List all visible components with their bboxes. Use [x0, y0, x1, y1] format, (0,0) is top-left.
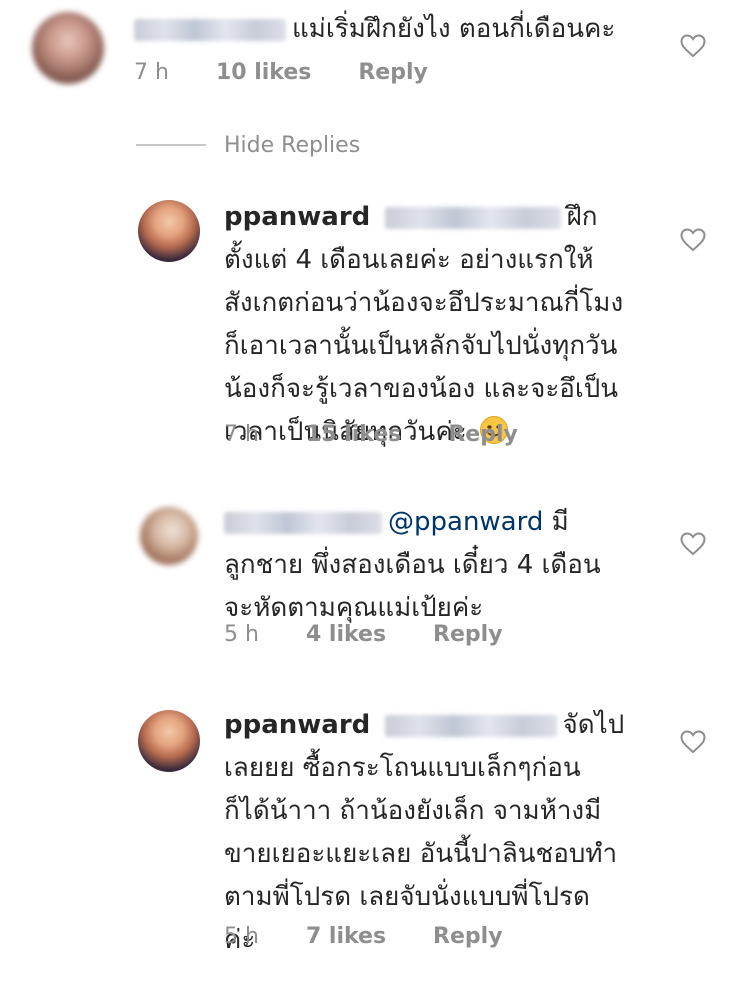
reply-button[interactable]: Reply	[448, 420, 518, 450]
reply-line: ก็เอาเวลานั้นเป็นหลักจับไปนั่งทุกวัน	[224, 331, 618, 361]
likes-count[interactable]: 15 likes	[306, 420, 401, 450]
reply-1: ppanward ฝึก ตั้งแต่ 4 เดือนเลยค่ะ อย่าง…	[0, 190, 750, 460]
heart-outline-icon[interactable]	[680, 532, 706, 556]
likes-count[interactable]: 7 likes	[306, 922, 386, 952]
ppanward-avatar[interactable]	[138, 200, 200, 262]
reply-meta: 7 h 15 likes Reply	[224, 420, 558, 450]
comment-body: แม่เริ่มฝึกยังไง ตอนกี่เดือนคะ	[292, 14, 616, 44]
reply-text: ppanward ฝึก ตั้งแต่ 4 เดือนเลยค่ะ อย่าง…	[224, 196, 664, 454]
redacted-username[interactable]	[224, 511, 382, 534]
reply-button[interactable]: Reply	[433, 922, 503, 952]
reply-line: สังเกตก่อนว่าน้องจะอึประมาณกี่โมง	[224, 288, 624, 318]
reply-line: จะหัดตามคุณแม่เป้ยค่ะ	[224, 593, 484, 623]
reply-line: ตามพี่โปรด เลยจับนั่งแบบพี่โปรด	[224, 882, 590, 912]
reply-line: มี	[551, 507, 569, 537]
reply-3: ppanward จัดไป เลยยย ซื้อกระโถนแบบเล็กๆก…	[0, 700, 750, 970]
hide-replies-label[interactable]: Hide Replies	[224, 133, 360, 158]
username[interactable]: ppanward	[224, 710, 370, 740]
reply-line: ขายเยอะแยะเลย อันนี้ปาลินชอบทำ	[224, 839, 618, 869]
reply-line: ฝึก	[566, 202, 598, 232]
username[interactable]: ppanward	[224, 202, 370, 232]
reply-time: 5 h	[224, 924, 259, 949]
reply-meta: 5 h 7 likes Reply	[224, 922, 543, 952]
reply-line: ลูกชาย พึ่งสองเดือน เดี๋ยว 4 เดือน	[224, 550, 601, 580]
redacted-username[interactable]	[134, 18, 286, 41]
reply-line: น้องก็จะรู้เวลาของน้อง และจะอึเป็น	[224, 374, 619, 404]
commenter-avatar[interactable]	[32, 12, 104, 84]
heart-outline-icon[interactable]	[680, 34, 706, 58]
commenter-avatar[interactable]	[140, 507, 198, 565]
reply-time: 5 h	[224, 622, 259, 647]
heart-outline-icon[interactable]	[680, 228, 706, 252]
reply-2: @ppanward มี ลูกชาย พึ่งสองเดือน เดี๋ยว …	[0, 495, 750, 665]
comment-time: 7 h	[134, 60, 169, 85]
comment-1: แม่เริ่มฝึกยังไง ตอนกี่เดือนคะ 7 h 10 li…	[0, 0, 750, 100]
reply-line: จัดไป	[562, 710, 625, 740]
reply-time: 7 h	[224, 422, 259, 447]
mention-link[interactable]: @ppanward	[388, 507, 543, 537]
reply-text: @ppanward มี ลูกชาย พึ่งสองเดือน เดี๋ยว …	[224, 501, 664, 630]
reply-button[interactable]: Reply	[358, 58, 428, 88]
likes-count[interactable]: 4 likes	[306, 620, 386, 650]
likes-count[interactable]: 10 likes	[216, 58, 311, 88]
redacted-mention[interactable]	[384, 206, 561, 229]
reply-meta: 5 h 4 likes Reply	[224, 620, 543, 650]
reply-line: ตั้งแต่ 4 เดือนเลยค่ะ อย่างแรกให้	[224, 245, 594, 275]
redacted-mention[interactable]	[384, 714, 557, 737]
hide-replies-toggle[interactable]: Hide Replies	[136, 130, 360, 160]
comment-meta: 7 h 10 likes Reply	[134, 58, 468, 88]
comment-text: แม่เริ่มฝึกยังไง ตอนกี่เดือนคะ	[134, 8, 674, 51]
reply-button[interactable]: Reply	[433, 620, 503, 650]
reply-line: ก็ได้น้าาา ถ้าน้องยังเล็ก จามห้างมี	[224, 796, 602, 826]
heart-outline-icon[interactable]	[680, 730, 706, 754]
reply-line: เลยยย ซื้อกระโถนแบบเล็กๆก่อน	[224, 753, 581, 783]
hide-replies-divider	[136, 144, 206, 146]
ppanward-avatar[interactable]	[138, 710, 200, 772]
